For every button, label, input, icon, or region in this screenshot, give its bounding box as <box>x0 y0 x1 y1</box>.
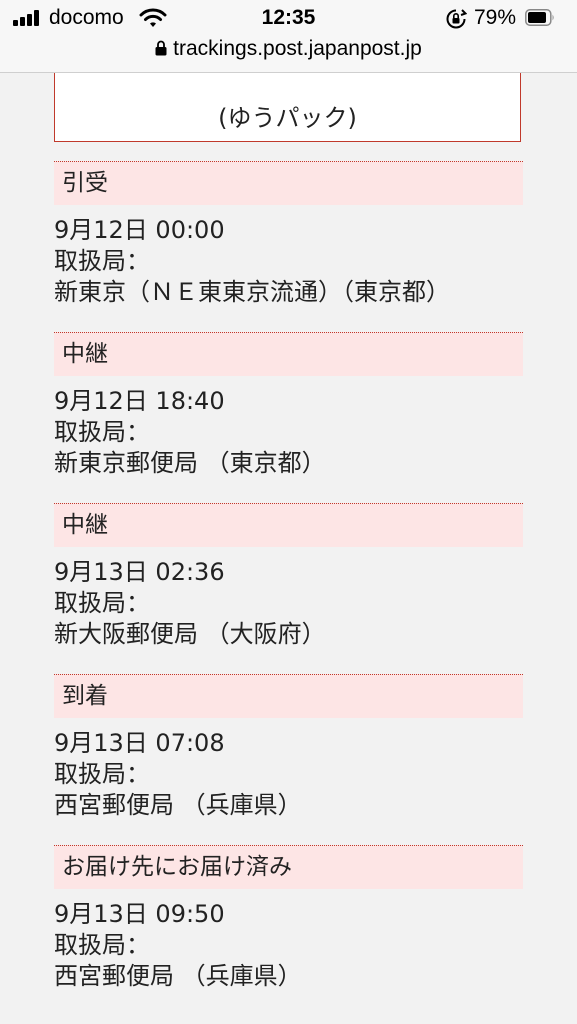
office-label: 取扱局： <box>54 760 150 788</box>
battery-icon <box>525 9 554 26</box>
url-text: trackings.post.japanpost.jp <box>173 37 422 60</box>
event-datetime: 9月13日 07:08 <box>54 729 225 757</box>
office-name: 西宮郵便局 （兵庫県） <box>54 962 302 990</box>
tracking-event: 到着 9月13日 07:08 取扱局： 西宮郵便局 （兵庫県） <box>54 674 523 821</box>
event-status: 到着 <box>54 674 523 718</box>
office-name: 西宮郵便局 （兵庫県） <box>54 791 302 819</box>
service-type: (ゆうパック) <box>218 104 357 132</box>
page-content: 0010-1210-1105 (ゆうパック) 引受 9月12日 00:00 取扱… <box>0 73 577 1024</box>
tracking-event: 引受 9月12日 00:00 取扱局： 新東京（ＮＥ東東京流通）（東京都） <box>54 161 523 308</box>
office-label: 取扱局： <box>54 247 150 275</box>
office-name: 新大阪郵便局 （大阪府） <box>54 620 326 648</box>
tracking-event: 中継 9月12日 18:40 取扱局： 新東京郵便局 （東京都） <box>54 332 523 479</box>
office-name: 新東京（ＮＥ東東京流通）（東京都） <box>54 278 450 306</box>
event-datetime: 9月13日 02:36 <box>54 558 225 586</box>
office-label: 取扱局： <box>54 931 150 959</box>
battery-percentage: 79% <box>474 6 517 29</box>
tracking-event: 中継 9月13日 02:36 取扱局： 新大阪郵便局 （大阪府） <box>54 503 523 650</box>
office-label: 取扱局： <box>54 418 150 446</box>
event-status: 引受 <box>54 161 523 205</box>
event-status: 中継 <box>54 503 523 547</box>
office-label: 取扱局： <box>54 589 150 617</box>
lock-icon <box>155 40 167 56</box>
browser-chrome: docomo 12:35 79% trackings.post.japanpos… <box>0 0 577 73</box>
tracking-summary-box: 0010-1210-1105 (ゆうパック) <box>54 73 521 142</box>
office-name: 新東京郵便局 （東京都） <box>54 449 326 477</box>
event-datetime: 9月12日 00:00 <box>54 216 225 244</box>
event-datetime: 9月13日 09:50 <box>54 900 225 928</box>
address-bar[interactable]: trackings.post.japanpost.jp <box>0 37 577 61</box>
orientation-lock-icon <box>446 9 467 29</box>
event-status: お届け先にお届け済み <box>54 845 523 889</box>
event-status: 中継 <box>54 332 523 376</box>
tracking-event: お届け先にお届け済み 9月13日 09:50 取扱局： 西宮郵便局 （兵庫県） <box>54 845 523 992</box>
event-datetime: 9月12日 18:40 <box>54 387 225 415</box>
status-bar: docomo 12:35 79% <box>0 0 577 38</box>
